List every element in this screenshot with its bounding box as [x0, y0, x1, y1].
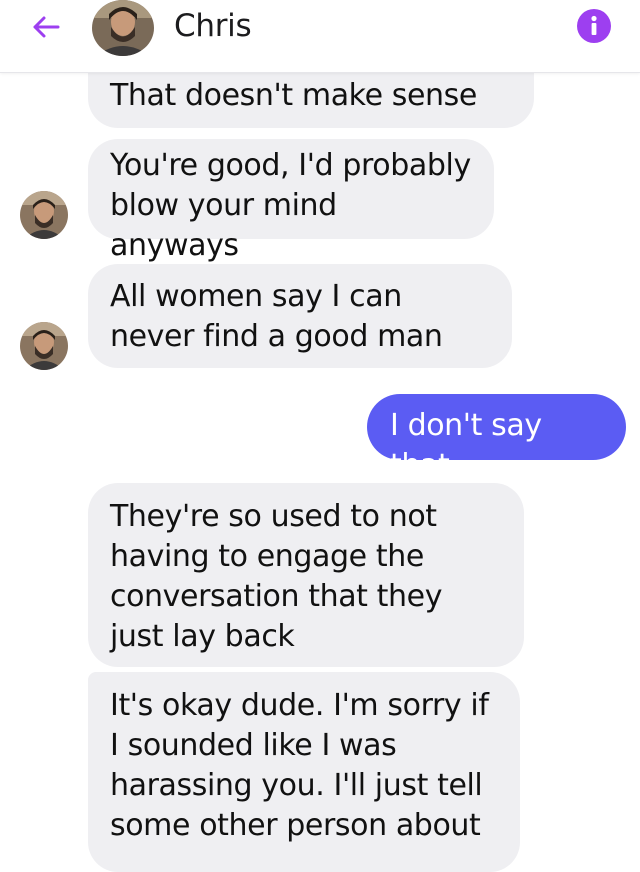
- contact-avatar[interactable]: [20, 191, 68, 239]
- message-thread[interactable]: That doesn't make sense You're good, I'd…: [0, 0, 640, 872]
- message-text: I don't say that: [390, 408, 542, 483]
- message-bubble-incoming: They're so used to not having to engage …: [88, 483, 524, 667]
- message-bubble-incoming: All women say I can never find a good ma…: [88, 264, 512, 368]
- avatar-image: [92, 0, 154, 56]
- avatar-image: [20, 322, 68, 370]
- message-bubble-incoming: You're good, I'd probably blow your mind…: [88, 139, 494, 263]
- message-text: They're so used to not having to engage …: [110, 499, 443, 654]
- message-text: You're good, I'd probably blow your mind…: [110, 148, 471, 263]
- arrow-left-icon: [33, 16, 60, 38]
- info-icon: [591, 15, 597, 35]
- avatar-image: [20, 191, 68, 239]
- message-text: It's okay dude. I'm sorry if I sounded l…: [110, 688, 489, 843]
- back-button[interactable]: [26, 10, 66, 44]
- message-text: That doesn't make sense: [110, 78, 477, 113]
- message-bubble-incoming: It's okay dude. I'm sorry if I sounded l…: [88, 672, 520, 872]
- conversation-header: Chris: [0, 0, 640, 73]
- contact-avatar[interactable]: [20, 322, 68, 370]
- message-bubble-outgoing: I don't say that: [367, 394, 626, 483]
- contact-name[interactable]: Chris: [174, 8, 252, 44]
- message-text: All women say I can never find a good ma…: [110, 279, 443, 354]
- info-button[interactable]: [577, 9, 611, 43]
- contact-avatar[interactable]: [92, 0, 154, 56]
